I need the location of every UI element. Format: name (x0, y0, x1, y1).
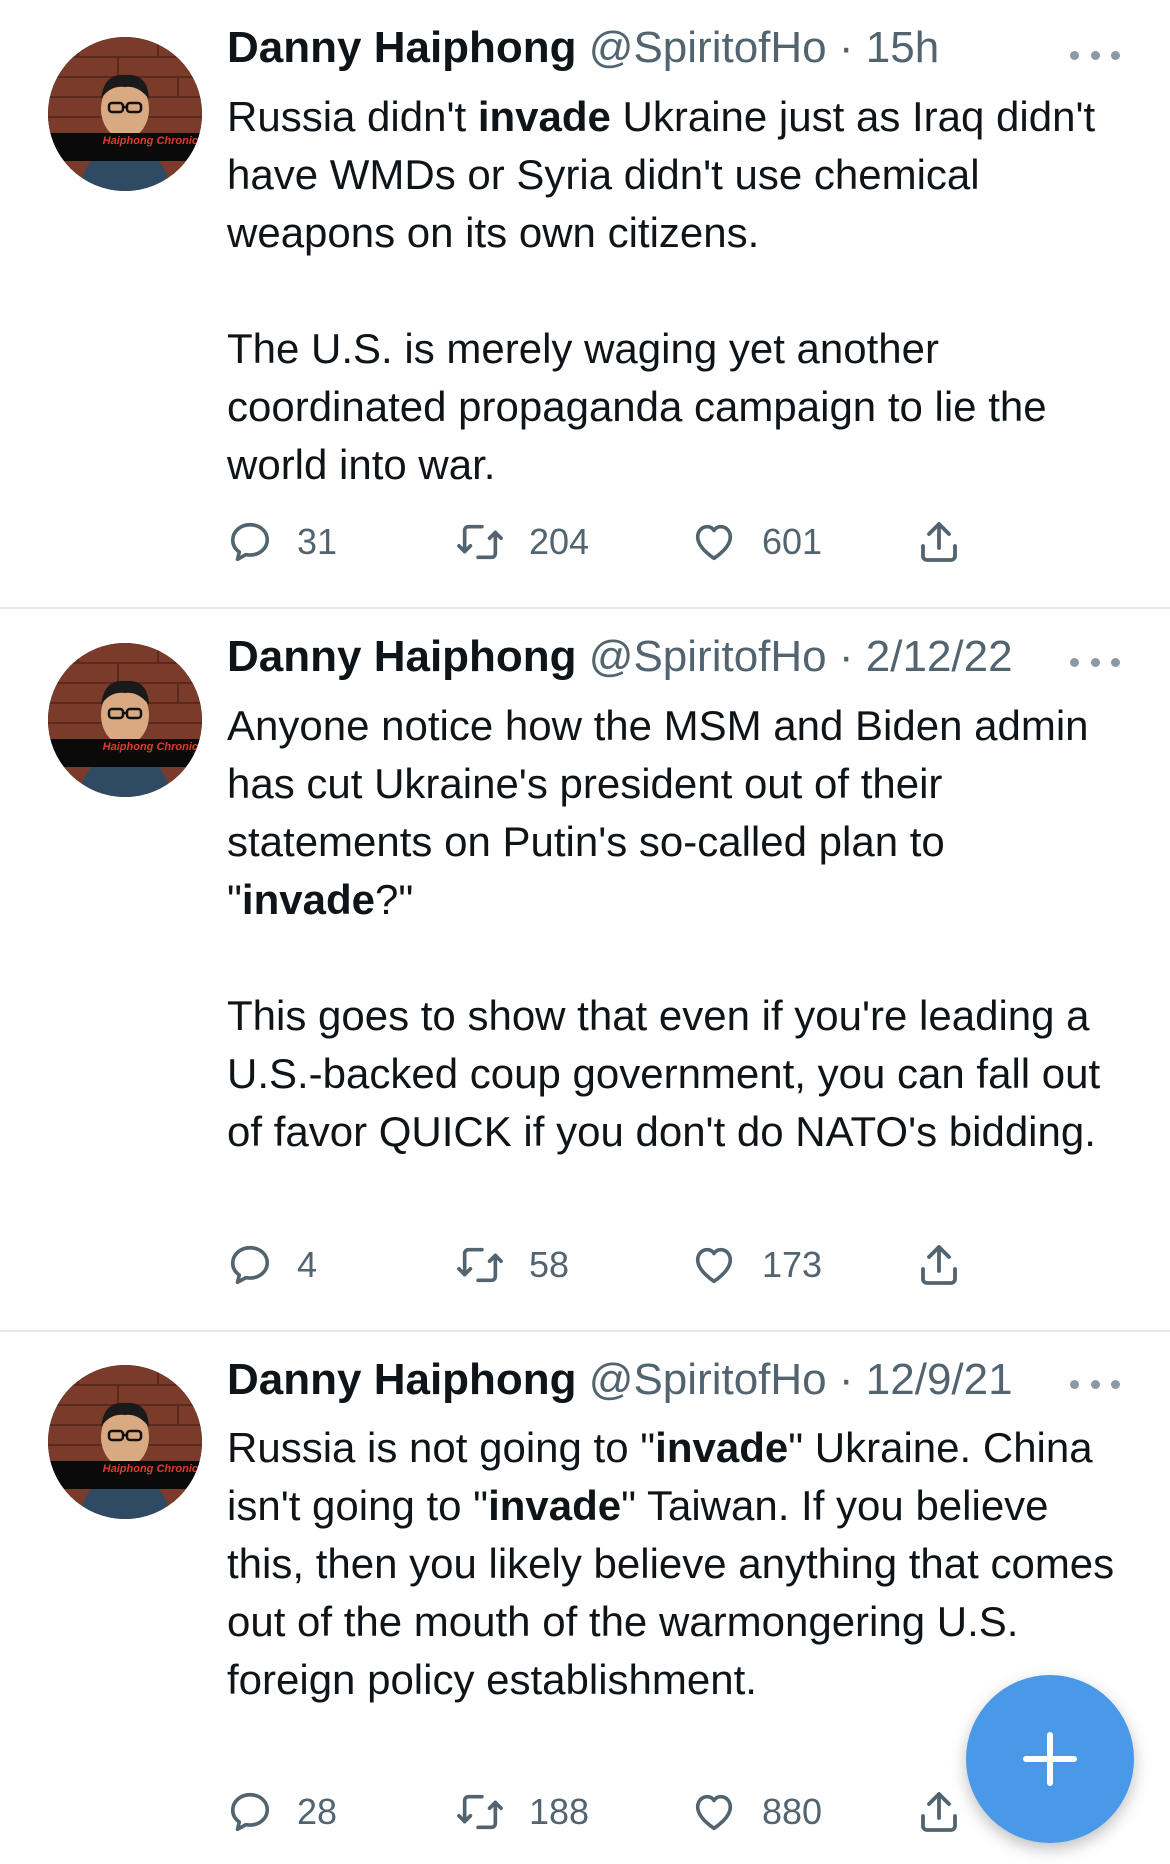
tweet-actions: 4 58 173 (227, 1235, 987, 1295)
share-icon (921, 1245, 957, 1285)
reply-button[interactable]: 28 (227, 1782, 337, 1842)
avatar[interactable]: Haiphong Chronic (48, 37, 202, 191)
tweet-header: Danny Haiphong @SpiritofHo · 15h (227, 18, 939, 78)
like-icon (695, 524, 733, 561)
retweet-icon (457, 1247, 503, 1283)
divider (0, 607, 1170, 609)
tweet-text: Russia didn't invade Ukraine just as Ira… (227, 88, 1127, 494)
share-button[interactable] (915, 512, 963, 572)
tweet-timestamp[interactable]: 2/12/22 (866, 632, 1013, 681)
retweet-count: 204 (529, 521, 590, 562)
author-handle[interactable]: @SpiritofHo (589, 23, 827, 72)
text-run: Russia is not going to " (227, 1424, 656, 1471)
author-handle[interactable]: @SpiritofHo (589, 632, 827, 681)
like-button[interactable]: 880 (690, 1782, 822, 1842)
author-name[interactable]: Danny Haiphong (227, 1355, 577, 1404)
divider (0, 1330, 1170, 1332)
retweet-button[interactable]: 204 (455, 512, 589, 572)
emphasized-text: invade (488, 1482, 622, 1529)
avatar-caption: Haiphong Chronic (102, 741, 198, 753)
separator-dot: · (838, 1355, 854, 1404)
tweet-actions: 31 204 601 (227, 512, 987, 572)
more-icon[interactable] (1070, 45, 1120, 65)
tweet-paragraph: The U.S. is merely waging yet another co… (227, 320, 1127, 494)
like-button[interactable]: 601 (690, 512, 822, 572)
like-count: 173 (762, 1244, 823, 1285)
avatar[interactable]: Haiphong Chronic (48, 1365, 202, 1519)
tweet-text: Anyone notice how the MSM and Biden admi… (227, 697, 1127, 1161)
text-run: ?" (374, 876, 414, 923)
plus-icon (1023, 1732, 1077, 1786)
like-icon (695, 1247, 733, 1284)
share-icon (921, 1792, 957, 1832)
reply-button[interactable]: 31 (227, 512, 337, 572)
tweet-text: Russia is not going to "invade" Ukraine.… (227, 1419, 1127, 1709)
retweet-button[interactable]: 58 (455, 1235, 569, 1295)
avatar-caption: Haiphong Chronic (102, 135, 198, 147)
more-icon[interactable] (1070, 652, 1120, 672)
emphasized-text: invade (477, 93, 611, 140)
tweet-timestamp[interactable]: 15h (866, 23, 939, 72)
share-button[interactable] (915, 1235, 963, 1295)
tweet-paragraph: Russia didn't invade Ukraine just as Ira… (227, 88, 1127, 262)
author-handle[interactable]: @SpiritofHo (589, 1355, 827, 1404)
author-name[interactable]: Danny Haiphong (227, 632, 577, 681)
separator-dot: · (838, 23, 854, 72)
like-count: 880 (762, 1791, 823, 1832)
retweet-count: 188 (529, 1791, 590, 1832)
reply-button[interactable]: 4 (227, 1235, 317, 1295)
retweet-icon (457, 1794, 503, 1830)
like-icon (695, 1794, 733, 1831)
author-name[interactable]: Danny Haiphong (227, 23, 577, 72)
tweet-paragraph: This goes to show that even if you're le… (227, 987, 1127, 1161)
tweet-paragraph: Anyone notice how the MSM and Biden admi… (227, 697, 1127, 929)
tweet-paragraph: Russia is not going to "invade" Ukraine.… (227, 1419, 1127, 1709)
avatar[interactable]: Haiphong Chronic (48, 643, 202, 797)
emphasized-text: invade (655, 1424, 789, 1471)
tweet-header: Danny Haiphong @SpiritofHo · 12/9/21 (227, 1350, 1013, 1410)
reply-count: 28 (297, 1791, 338, 1832)
tweet-timestamp[interactable]: 12/9/21 (866, 1355, 1013, 1404)
more-icon[interactable] (1070, 1374, 1120, 1394)
like-button[interactable]: 173 (690, 1235, 822, 1295)
text-run: The U.S. is merely waging yet another co… (227, 325, 1047, 488)
compose-tweet-button[interactable] (966, 1675, 1134, 1843)
separator-dot: · (838, 632, 854, 681)
reply-icon (230, 522, 270, 562)
retweet-button[interactable]: 188 (455, 1782, 589, 1842)
avatar-caption: Haiphong Chronic (102, 1463, 198, 1475)
reply-count: 4 (297, 1244, 318, 1285)
text-run: This goes to show that even if you're le… (227, 992, 1101, 1155)
retweet-icon (457, 524, 503, 560)
retweet-count: 58 (529, 1244, 570, 1285)
tweet-header: Danny Haiphong @SpiritofHo · 2/12/22 (227, 627, 1013, 687)
reply-icon (230, 1245, 270, 1285)
share-button[interactable] (915, 1782, 963, 1842)
share-icon (921, 522, 957, 562)
reply-icon (230, 1792, 270, 1832)
tweet-actions: 28 188 880 (227, 1782, 987, 1842)
text-run: Russia didn't (227, 93, 478, 140)
emphasized-text: invade (241, 876, 375, 923)
reply-count: 31 (297, 521, 338, 562)
like-count: 601 (762, 521, 823, 562)
